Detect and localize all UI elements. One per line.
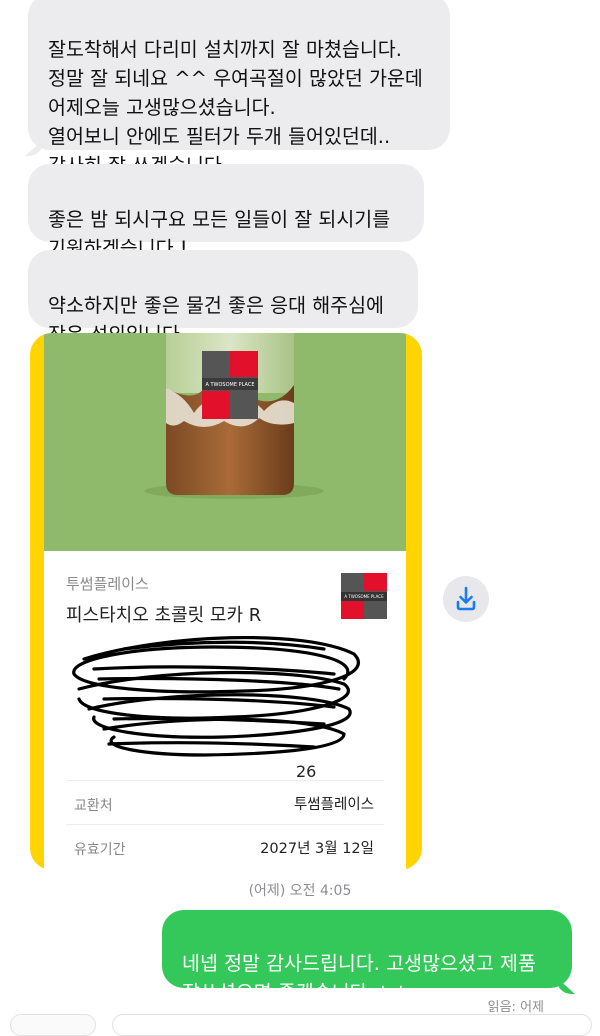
cup-logo-text: A TWOSOME PLACE <box>205 382 254 388</box>
outgoing-message-text: 네넵 정말 감사드립니다. 고생많으셨고 제품 잘쓰셨으면 좋겠습니다 ㅎㅎ <box>182 952 536 1004</box>
read-receipt: 읽음: 어제 <box>487 1000 544 1015</box>
partial-code: 26 <box>296 762 316 779</box>
gift-brand-name: 투썸플레이스 <box>66 575 149 593</box>
validity-row: 유효기간 2027년 3월 12일 <box>66 824 384 869</box>
exchange-label: 교환처 <box>74 798 113 814</box>
message-input[interactable] <box>112 1014 592 1036</box>
validity-label: 유효기간 <box>74 842 126 858</box>
redaction-scribble: 26 <box>72 635 360 779</box>
composer-actions[interactable] <box>10 1014 96 1036</box>
drink-cup-illustration: A TWOSOME PLACE <box>144 333 324 499</box>
gift-info-panel: 투썸플레이스 피스타치오 초콜릿 모카 R A TWOSOME PLACE 26 <box>44 551 406 870</box>
bubble-tail <box>557 978 575 994</box>
download-icon <box>456 586 476 611</box>
twosome-logo: A TWOSOME PLACE <box>341 573 387 619</box>
outgoing-message[interactable]: 네넵 정말 감사드립니다. 고생많으셨고 제품 잘쓰셨으면 좋겠습니다 ㅎㅎ <box>162 910 575 1004</box>
validity-value: 2027년 3월 12일 <box>260 841 374 857</box>
gift-card[interactable]: A TWOSOME PLACE 투썸플레이스 피스타치오 초콜릿 모카 R A … <box>30 333 422 870</box>
incoming-message-2[interactable]: 좋은 밤 되시구요 모든 일들이 잘 되시기를 기원하겠습니다 ! <box>28 164 424 260</box>
download-button[interactable] <box>443 576 489 622</box>
exchange-value: 투썸플레이스 <box>293 797 374 813</box>
gift-product-name: 피스타치오 초콜릿 모카 R <box>66 605 262 626</box>
message-timestamp: (어제) 오전 4:05 <box>248 883 352 899</box>
exchange-row: 교환처 투썸플레이스 <box>66 780 384 825</box>
logo-text: A TWOSOME PLACE <box>341 592 387 601</box>
product-image: A TWOSOME PLACE <box>44 333 406 551</box>
incoming-message-1[interactable]: 잘도착해서 다리미 설치까지 잘 마쳤습니다. 정말 잘 되네요 ^^ 우여곡절… <box>25 0 450 177</box>
gift-card-inner: A TWOSOME PLACE 투썸플레이스 피스타치오 초콜릿 모카 R A … <box>44 333 406 870</box>
bubble-tail <box>25 140 43 156</box>
incoming-message-3[interactable]: 약소하지만 좋은 물건 좋은 응대 해주심에 작은 성의입니다. <box>28 250 418 346</box>
incoming-message-1-text: 잘도착해서 다리미 설치까지 잘 마쳤습니다. 정말 잘 되네요 ^^ 우여곡절… <box>48 38 423 177</box>
